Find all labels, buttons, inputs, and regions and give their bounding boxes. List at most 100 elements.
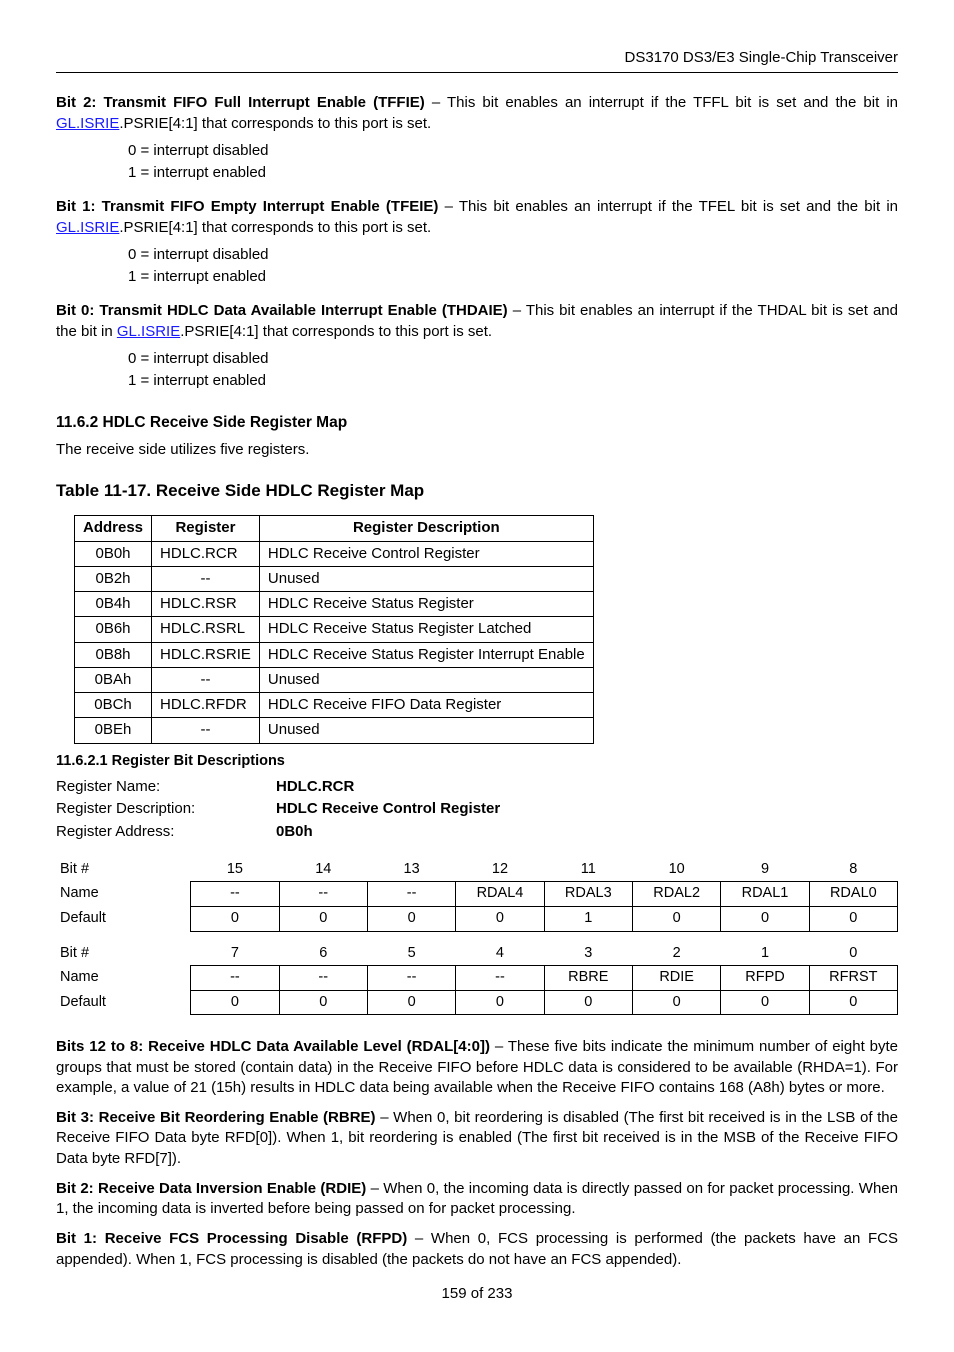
table-row: 0B0hHDLC.RCRHDLC Receive Control Registe… — [75, 541, 594, 566]
bit-table-high: Bit # 15141312111098 Name ------RDAL4RDA… — [56, 858, 898, 932]
bit1-val0: 0 = interrupt disabled — [128, 244, 898, 266]
row-name-label: Name — [56, 966, 191, 991]
bit1-pre: – This bit enables an interrupt if the T… — [438, 198, 898, 215]
cell-reg: HDLC.RSR — [152, 592, 260, 617]
bitnum: 8 — [809, 858, 897, 882]
cell-addr: 0B0h — [75, 541, 152, 566]
register-info: Register Name: HDLC.RCR Register Descrip… — [56, 777, 898, 842]
bitdef: 0 — [279, 907, 367, 932]
cell-addr: 0B6h — [75, 617, 152, 642]
desc-bit2: Bit 2: Receive Data Inversion Enable (RD… — [56, 1179, 898, 1220]
cell-reg: -- — [152, 667, 260, 692]
bitnum: 1 — [721, 942, 809, 966]
desc-bits12-8-title: Bits 12 to 8: Receive HDLC Data Availabl… — [56, 1038, 490, 1055]
bitdef: 0 — [721, 907, 809, 932]
regdesc-label: Register Description: — [56, 799, 276, 819]
bitnum: 5 — [367, 942, 455, 966]
regname-label: Register Name: — [56, 777, 276, 797]
table-11-17-title: Table 11-17. Receive Side HDLC Register … — [56, 480, 898, 503]
table-header-row: Address Register Register Description — [75, 516, 594, 541]
bit0-title: Bit 0: Transmit HDLC Data Available Inte… — [56, 302, 508, 319]
bitname: RDAL3 — [544, 882, 632, 907]
cell-reg: -- — [152, 718, 260, 743]
section-1162-body: The receive side utilizes five registers… — [56, 440, 898, 460]
bit2-paragraph: Bit 2: Transmit FIFO Full Interrupt Enab… — [56, 93, 898, 134]
bitname: -- — [279, 882, 367, 907]
bitdef: 0 — [809, 907, 897, 932]
desc-bit1: Bit 1: Receive FCS Processing Disable (R… — [56, 1229, 898, 1270]
table-row: 0B2h--Unused — [75, 566, 594, 591]
bitname: RDAL1 — [721, 882, 809, 907]
cell-desc: Unused — [259, 667, 593, 692]
bitname: -- — [367, 966, 455, 991]
bit2-title: Bit 2: Transmit FIFO Full Interrupt Enab… — [56, 94, 425, 111]
col-register: Register — [152, 516, 260, 541]
table-row: 0B6hHDLC.RSRLHDLC Receive Status Registe… — [75, 617, 594, 642]
cell-reg: HDLC.RCR — [152, 541, 260, 566]
bitdef: 0 — [632, 907, 720, 932]
bitnum: 6 — [279, 942, 367, 966]
row-default-label: Default — [56, 990, 191, 1015]
bit0-val1: 1 = interrupt enabled — [128, 370, 898, 392]
row-bitnum-label: Bit # — [56, 942, 191, 966]
bitnum: 11 — [544, 858, 632, 882]
regaddr-value: 0B0h — [276, 822, 898, 842]
bitnum: 12 — [456, 858, 544, 882]
bitname: -- — [191, 882, 279, 907]
bit1-title: Bit 1: Transmit FIFO Empty Interrupt Ena… — [56, 198, 438, 215]
bitname: RDAL4 — [456, 882, 544, 907]
bitdef: 0 — [367, 907, 455, 932]
cell-addr: 0B2h — [75, 566, 152, 591]
cell-desc: HDLC Receive Status Register — [259, 592, 593, 617]
bitdef: 0 — [367, 990, 455, 1015]
bitdef: 0 — [721, 990, 809, 1015]
bitnum: 9 — [721, 858, 809, 882]
bitname: RFPD — [721, 966, 809, 991]
header-divider — [56, 72, 898, 73]
cell-desc: HDLC Receive Control Register — [259, 541, 593, 566]
bitname: -- — [279, 966, 367, 991]
bit2-values: 0 = interrupt disabled 1 = interrupt ena… — [128, 140, 898, 184]
bitdef: 0 — [456, 907, 544, 932]
bit1-post: .PSRIE[4:1] that corresponds to this por… — [119, 219, 431, 236]
bitdef: 0 — [279, 990, 367, 1015]
bit2-val0: 0 = interrupt disabled — [128, 140, 898, 162]
cell-addr: 0B4h — [75, 592, 152, 617]
table-row: 0BEh--Unused — [75, 718, 594, 743]
row-default-label: Default — [56, 907, 191, 932]
cell-desc: HDLC Receive FIFO Data Register — [259, 693, 593, 718]
table-row: 0BChHDLC.RFDRHDLC Receive FIFO Data Regi… — [75, 693, 594, 718]
bitname: RDAL2 — [632, 882, 720, 907]
bitdef: 0 — [544, 990, 632, 1015]
bit2-val1: 1 = interrupt enabled — [128, 162, 898, 184]
cell-addr: 0BCh — [75, 693, 152, 718]
bitnum: 0 — [809, 942, 897, 966]
bitdef: 1 — [544, 907, 632, 932]
col-description: Register Description — [259, 516, 593, 541]
bit1-link[interactable]: GL.ISRIE — [56, 219, 119, 236]
cell-desc: HDLC Receive Status Register Interrupt E… — [259, 642, 593, 667]
bit2-link[interactable]: GL.ISRIE — [56, 115, 119, 132]
desc-bit1-title: Bit 1: Receive FCS Processing Disable (R… — [56, 1230, 407, 1247]
subsection-11621: 11.6.2.1 Register Bit Descriptions — [56, 752, 898, 772]
bit0-paragraph: Bit 0: Transmit HDLC Data Available Inte… — [56, 301, 898, 342]
bitname: -- — [456, 966, 544, 991]
regdesc-value: HDLC Receive Control Register — [276, 799, 898, 819]
desc-bit3-title: Bit 3: Receive Bit Reordering Enable (RB… — [56, 1109, 376, 1126]
cell-desc: Unused — [259, 718, 593, 743]
bitname: RDAL0 — [809, 882, 897, 907]
bitnum: 13 — [367, 858, 455, 882]
row-bitnum-label: Bit # — [56, 858, 191, 882]
bit1-paragraph: Bit 1: Transmit FIFO Empty Interrupt Ena… — [56, 197, 898, 238]
page-footer: 159 of 233 — [56, 1284, 898, 1304]
cell-addr: 0BAh — [75, 667, 152, 692]
bit1-values: 0 = interrupt disabled 1 = interrupt ena… — [128, 244, 898, 288]
cell-desc: Unused — [259, 566, 593, 591]
bitdef: 0 — [632, 990, 720, 1015]
bitnum: 10 — [632, 858, 720, 882]
bitnum: 4 — [456, 942, 544, 966]
regname-value: HDLC.RCR — [276, 777, 898, 797]
bit-table-low: Bit # 76543210 Name --------RBRERDIERFPD… — [56, 942, 898, 1016]
bit0-link[interactable]: GL.ISRIE — [117, 323, 180, 340]
bitnum: 3 — [544, 942, 632, 966]
